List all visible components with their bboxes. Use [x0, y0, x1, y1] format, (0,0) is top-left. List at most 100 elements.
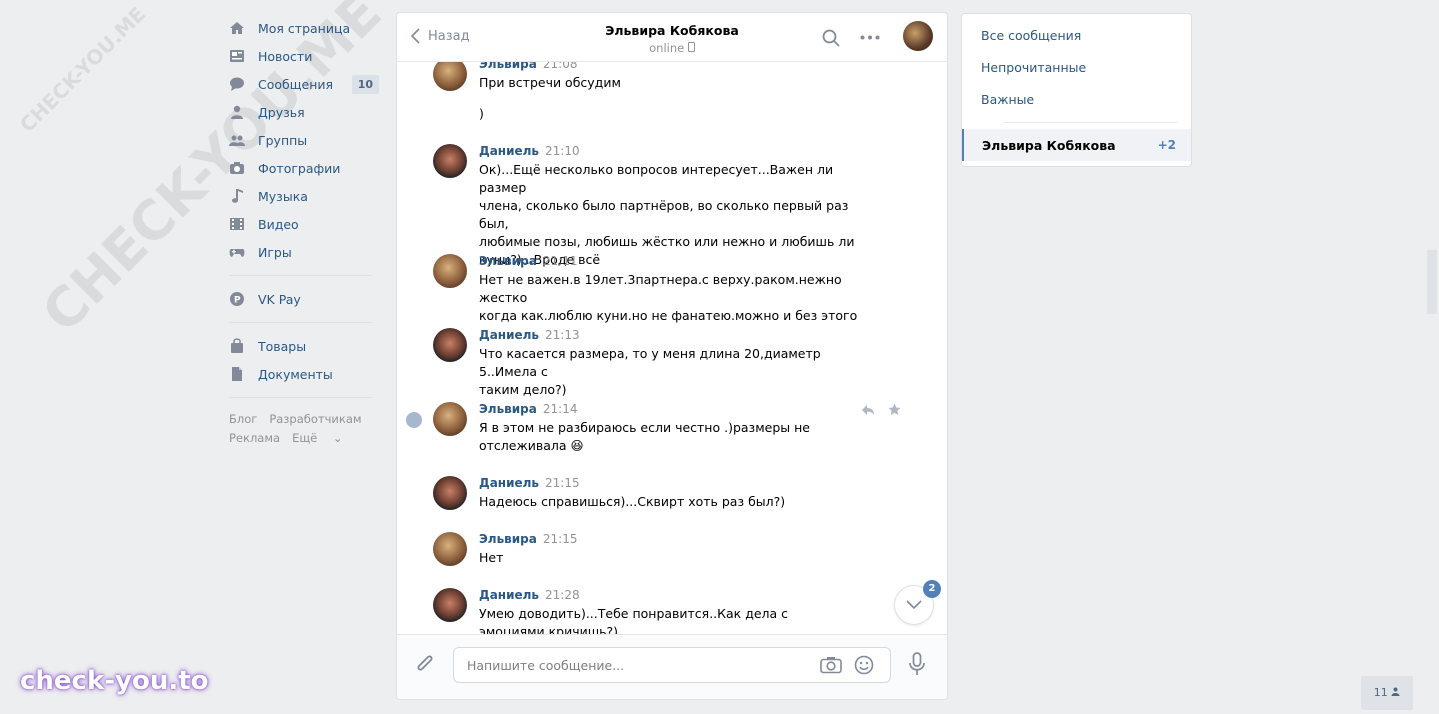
- message-text: Умею доводить)...Тебе понравится..Как де…: [479, 605, 869, 635]
- message-text: Ок)...Ещё несколько вопросов интересует.…: [479, 161, 869, 269]
- avatar[interactable]: [433, 254, 467, 288]
- more-icon[interactable]: [860, 35, 880, 40]
- avatar[interactable]: [433, 476, 467, 510]
- friends-icon: [231, 105, 243, 119]
- text-line: Умею доводить)...Тебе понравится..Как де…: [479, 606, 789, 621]
- filter-unread[interactable]: Непрочитанные: [981, 60, 1086, 75]
- messages-icon: [230, 77, 244, 91]
- nav-label: Документы: [258, 366, 333, 382]
- message-header: Даниель 21:13: [479, 328, 580, 342]
- nav-item-goods[interactable]: Товары: [229, 332, 379, 360]
- footer-link-developers[interactable]: Разработчикам: [269, 412, 361, 426]
- timestamp[interactable]: 21:08: [543, 62, 578, 71]
- timestamp[interactable]: 21:28: [545, 588, 580, 602]
- text-line: [479, 92, 869, 105]
- conversation-item-active[interactable]: Эльвира Кобякова +2: [962, 129, 1191, 161]
- filter-important[interactable]: Важные: [981, 92, 1034, 107]
- nav-item-friends[interactable]: Друзья: [229, 98, 379, 126]
- nav-item-games[interactable]: Игры: [229, 238, 379, 266]
- message-header: Даниель 21:10: [479, 144, 580, 158]
- page-scrollbar[interactable]: [1427, 250, 1437, 314]
- chat-header: Назад Эльвира Кобякова online: [397, 13, 947, 62]
- conversation-unread-count: +2: [1157, 138, 1176, 152]
- footer-links: Блог Разработчикам Реклама Ещё ⌄: [229, 410, 379, 448]
- status-text: online: [649, 41, 685, 55]
- nav-divider: [229, 275, 372, 276]
- nav-label: Новости: [258, 48, 313, 64]
- conversation-name: Эльвира Кобякова: [982, 138, 1116, 153]
- message-header: Эльвира 21:14: [479, 402, 577, 416]
- scroll-down-button[interactable]: 2: [894, 580, 941, 625]
- nav-item-video[interactable]: Видео: [229, 210, 379, 238]
- left-navigation: Моя страница Новости Сообщения 10 Друзья…: [229, 14, 379, 448]
- avatar[interactable]: [433, 588, 467, 622]
- message-text: Нет: [479, 549, 869, 567]
- chat-panel: Назад Эльвира Кобякова online Эльвира 21:…: [396, 12, 948, 700]
- author[interactable]: Эльвира: [479, 532, 537, 546]
- message-text: При встречи обсудим ): [479, 74, 869, 123]
- select-check-icon[interactable]: [406, 412, 422, 428]
- message-text: Нет не важен.в 19лет.3партнера.с верху.р…: [479, 271, 869, 325]
- nav-item-documents[interactable]: Документы: [229, 360, 379, 388]
- peer-avatar[interactable]: [903, 21, 933, 51]
- author[interactable]: Даниель: [479, 144, 539, 158]
- timestamp[interactable]: 21:15: [543, 532, 578, 546]
- star-icon[interactable]: [888, 403, 901, 416]
- author[interactable]: Даниель: [479, 588, 539, 602]
- text-line: Нет: [479, 550, 504, 565]
- timestamp[interactable]: 21:15: [545, 476, 580, 490]
- nav-item-vkpay[interactable]: P VK Pay: [229, 285, 379, 313]
- text-line: Надеюсь справишься)...Сквирт хоть раз бы…: [479, 494, 786, 509]
- nav-item-photos[interactable]: Фотографии: [229, 154, 379, 182]
- text-line: ): [479, 106, 484, 121]
- avatar[interactable]: [433, 402, 467, 436]
- nav-label: Друзья: [258, 104, 305, 120]
- nav-item-messages[interactable]: Сообщения 10: [229, 70, 379, 98]
- text-line: члена, сколько было партнёров, во скольк…: [479, 198, 849, 231]
- author[interactable]: Эльвира: [479, 62, 537, 71]
- video-icon: [230, 218, 244, 230]
- author[interactable]: Эльвира: [479, 254, 537, 268]
- text-line: Я в этом не разбираюсь если честно .)раз…: [479, 420, 810, 435]
- search-icon[interactable]: [822, 29, 840, 47]
- avatar[interactable]: [433, 328, 467, 362]
- nav-item-news[interactable]: Новости: [229, 42, 379, 70]
- avatar[interactable]: [433, 532, 467, 566]
- author[interactable]: Даниель: [479, 476, 539, 490]
- camera-icon: [230, 162, 244, 174]
- music-icon: [232, 189, 243, 203]
- reply-icon[interactable]: [861, 404, 875, 416]
- text-line: При встречи обсудим: [479, 75, 621, 90]
- nav-divider: [229, 397, 372, 398]
- text-line: Что касается размера, то у меня длина 20…: [479, 346, 821, 379]
- camera-icon[interactable]: [820, 656, 842, 674]
- nav-item-groups[interactable]: Группы: [229, 126, 379, 154]
- timestamp[interactable]: 21:14: [543, 402, 578, 416]
- message-header: Эльвира 21:08: [479, 62, 577, 71]
- nav-item-music[interactable]: Музыка: [229, 182, 379, 210]
- timestamp[interactable]: 21:11: [543, 254, 578, 268]
- author[interactable]: Эльвира: [479, 402, 537, 416]
- timestamp[interactable]: 21:13: [545, 328, 580, 342]
- nav-label: VK Pay: [258, 291, 301, 307]
- nav-item-my-page[interactable]: Моя страница: [229, 14, 379, 42]
- avatar[interactable]: [433, 144, 467, 178]
- emoji-icon[interactable]: [854, 655, 874, 675]
- nav-label: Фотографии: [258, 160, 341, 176]
- timestamp[interactable]: 21:10: [545, 144, 580, 158]
- avatar[interactable]: [433, 62, 467, 91]
- divider: [1004, 122, 1177, 123]
- filter-all-messages[interactable]: Все сообщения: [981, 28, 1081, 43]
- author[interactable]: Даниель: [479, 328, 539, 342]
- message-text: Надеюсь справишься)...Сквирт хоть раз бы…: [479, 493, 869, 511]
- online-friends-counter[interactable]: 11: [1361, 676, 1413, 710]
- message-input[interactable]: Напишите сообщение...: [453, 647, 891, 683]
- microphone-icon[interactable]: [909, 652, 925, 676]
- footer-link-ads[interactable]: Реклама: [229, 431, 280, 445]
- message-input-placeholder: Напишите сообщение...: [467, 658, 625, 673]
- footer-link-more[interactable]: Ещё ⌄: [292, 431, 354, 445]
- paperclip-icon[interactable]: [415, 653, 435, 675]
- footer-link-blog[interactable]: Блог: [229, 412, 257, 426]
- home-icon: [230, 22, 244, 34]
- message-header: Даниель 21:15: [479, 476, 580, 490]
